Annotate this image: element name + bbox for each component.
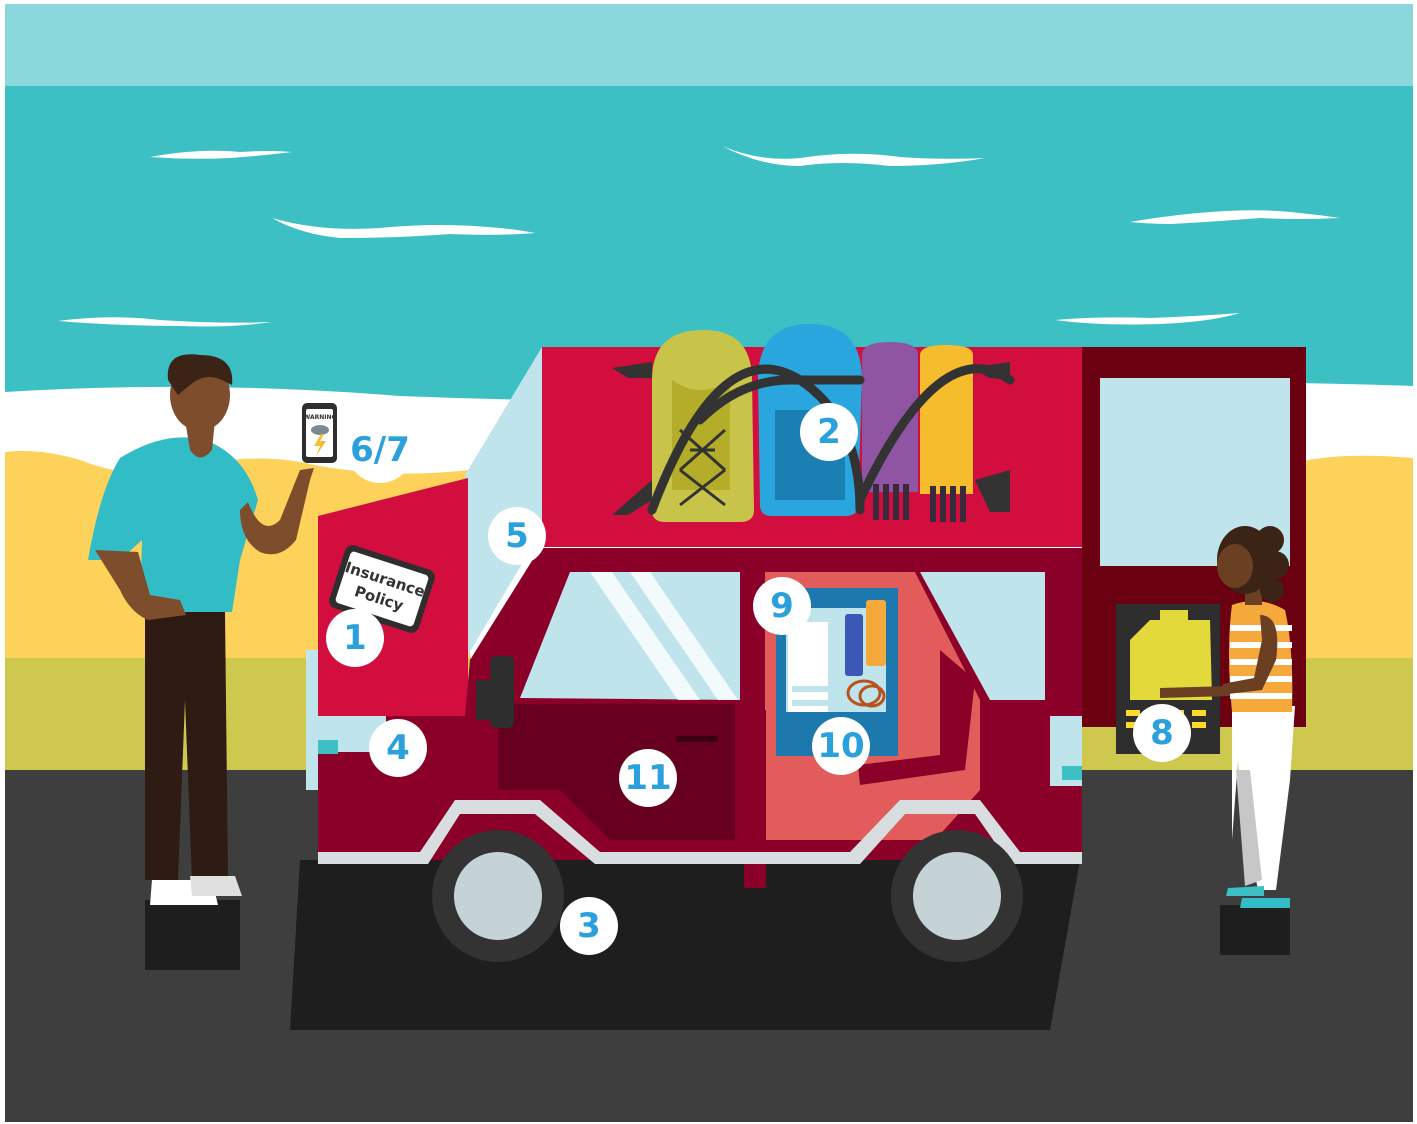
sky [5,4,1413,86]
svg-text:2: 2 [817,412,841,452]
badge-9: 9 [753,577,811,635]
phone-warning-text: WARNING [304,414,337,421]
svg-text:10: 10 [817,726,864,766]
badge-2: 2 [800,403,858,461]
illustration-scene: Insurance Policy WARNING 1 2 3 4 5 6/7 8… [0,0,1417,1124]
svg-text:3: 3 [577,906,601,946]
svg-text:11: 11 [624,758,671,798]
svg-text:5: 5 [505,516,529,556]
badge-5: 5 [488,507,546,565]
svg-text:6/7: 6/7 [350,430,410,470]
svg-text:9: 9 [770,586,794,626]
badge-4: 4 [369,719,427,777]
svg-text:1: 1 [343,618,367,658]
badge-10: 10 [812,717,870,775]
svg-text:8: 8 [1150,713,1174,753]
badge-11: 11 [619,749,677,807]
badge-6-7: 6/7 [347,417,413,483]
badge-3: 3 [560,897,618,955]
svg-text:4: 4 [386,728,410,768]
badge-1: 1 [326,609,384,667]
badge-8: 8 [1133,704,1191,762]
